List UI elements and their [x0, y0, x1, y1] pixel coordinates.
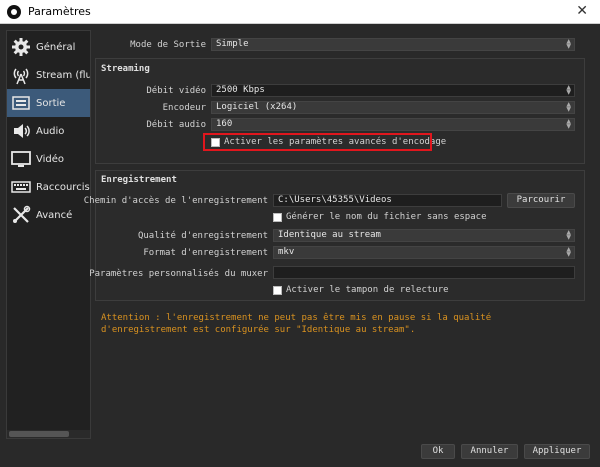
gear-icon [10, 37, 32, 57]
cancel-button[interactable]: Annuler [461, 444, 518, 459]
recording-path-input[interactable]: C:\Users\45355\Videos [273, 194, 502, 207]
sidebar-item-audio[interactable]: Audio [7, 117, 90, 145]
output-mode-value: Simple [216, 39, 249, 49]
sidebar-item-label: Avancé [36, 209, 73, 221]
streaming-group-title: Streaming [101, 64, 150, 74]
annotation-highlight-box [203, 133, 432, 151]
audio-bitrate-select[interactable]: 160 ▲ ▼ [211, 118, 575, 131]
video-bitrate-input[interactable]: 2500 Kbps ▲ ▼ [211, 84, 575, 97]
sidebar-item-label: Raccourcis cl [36, 181, 90, 193]
updown-arrows-icon: ▲ ▼ [566, 101, 571, 113]
muxer-settings-input[interactable] [273, 266, 575, 279]
scrollbar-thumb[interactable] [9, 431, 69, 437]
audio-bitrate-value: 160 [216, 119, 233, 129]
video-bitrate-value: 2500 Kbps [216, 85, 265, 95]
sidebar-item-label: Audio [36, 125, 65, 137]
recording-format-value: mkv [278, 247, 295, 257]
pause-warning-text: Attention : l'enregistrement ne peut pas… [101, 312, 571, 336]
sidebar-item-label: Stream (flux) [36, 69, 90, 81]
video-bitrate-label: Débit vidéo [146, 86, 206, 96]
sidebar-scrollbar[interactable] [7, 430, 90, 438]
sidebar-item-label: Sortie [36, 97, 66, 109]
no-space-filename-label: Générer le nom du fichier sans espace [286, 212, 487, 222]
checkbox-box[interactable] [273, 285, 282, 295]
updown-arrows-icon: ▲ ▼ [566, 246, 571, 258]
recording-format-select[interactable]: mkv ▲ ▼ [273, 246, 575, 259]
obs-logo-icon [7, 4, 21, 19]
encoder-value: Logiciel (x264) [216, 102, 298, 112]
keyboard-icon [10, 177, 32, 197]
monitor-icon [10, 149, 32, 169]
replay-buffer-checkbox[interactable]: Activer le tampon de relecture [273, 285, 449, 295]
tools-icon [10, 205, 32, 225]
sidebar-item-label: Général [36, 41, 76, 53]
ok-button[interactable]: Ok [421, 444, 455, 459]
close-icon[interactable]: ✕ [576, 3, 588, 19]
sidebar-item-video[interactable]: Vidéo [7, 145, 90, 173]
sidebar-item-stream[interactable]: Stream (flux) [7, 61, 90, 89]
recording-path-label: Chemin d'accès de l'enregistrement [83, 196, 268, 206]
sidebar-item-advanced[interactable]: Avancé [7, 201, 90, 229]
browse-button[interactable]: Parcourir [507, 193, 575, 208]
checkbox-box[interactable] [273, 212, 282, 222]
sidebar-item-general[interactable]: Général [7, 33, 90, 61]
warning-line-1: Attention : l'enregistrement ne peut pas… [101, 313, 492, 323]
no-space-filename-checkbox[interactable]: Générer le nom du fichier sans espace [273, 212, 486, 222]
sidebar-item-label: Vidéo [36, 153, 65, 165]
settings-sidebar: Général Stream (flux) Sortie Audio Vidéo… [6, 30, 91, 439]
speaker-icon [10, 121, 32, 141]
output-mode-select[interactable]: Simple ▲ ▼ [211, 38, 575, 51]
window-title: Paramètres [28, 5, 91, 18]
replay-buffer-label: Activer le tampon de relecture [286, 285, 449, 295]
window-titlebar: Paramètres ✕ [0, 0, 600, 24]
muxer-settings-label: Paramètres personnalisés du muxer [89, 269, 268, 279]
output-icon [10, 93, 32, 113]
recording-quality-label: Qualité d'enregistrement [137, 231, 268, 241]
sidebar-item-hotkeys[interactable]: Raccourcis cl [7, 173, 90, 201]
recording-quality-select[interactable]: Identique au stream ▲ ▼ [273, 229, 575, 242]
encoder-select[interactable]: Logiciel (x264) ▲ ▼ [211, 101, 575, 114]
audio-bitrate-label: Débit audio [146, 120, 206, 130]
sidebar-item-output[interactable]: Sortie [7, 89, 90, 117]
recording-quality-value: Identique au stream [278, 230, 381, 240]
recording-format-label: Format d'enregistrement [143, 248, 268, 258]
recording-group-title: Enregistrement [101, 175, 177, 185]
broadcast-icon [10, 65, 32, 85]
recording-path-value: C:\Users\45355\Videos [278, 195, 392, 205]
encoder-label: Encodeur [162, 103, 206, 113]
updown-arrows-icon: ▲ ▼ [566, 229, 571, 241]
warning-line-2: d'enregistrement est configurée sur "Ide… [101, 325, 416, 335]
apply-button[interactable]: Appliquer [524, 444, 590, 459]
updown-arrows-icon: ▲ ▼ [566, 38, 571, 50]
spinner-arrows-icon[interactable]: ▲ ▼ [566, 85, 571, 96]
output-mode-label: Mode de Sortie [130, 40, 206, 50]
updown-arrows-icon: ▲ ▼ [566, 118, 571, 130]
